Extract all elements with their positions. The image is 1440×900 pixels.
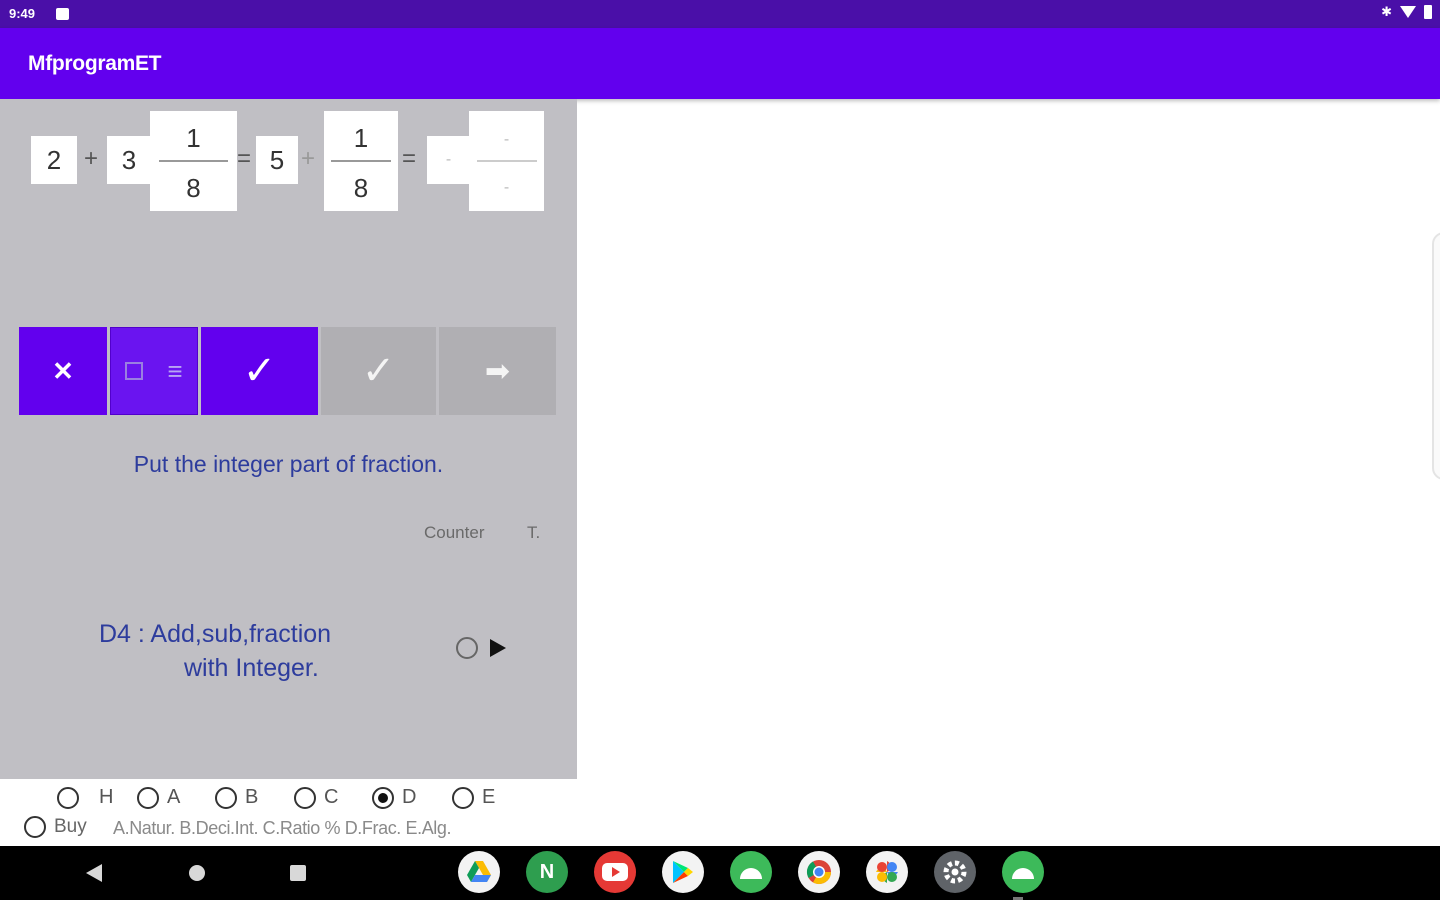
android-icon[interactable] bbox=[730, 851, 772, 893]
radio-A[interactable]: A bbox=[137, 786, 180, 809]
radio-circle bbox=[57, 786, 79, 809]
chrome-icon[interactable] bbox=[798, 851, 840, 893]
check-icon: ✓ bbox=[242, 349, 277, 393]
level-title-line-1: D4 : Add,sub,fraction bbox=[99, 620, 332, 648]
fraction-1-denominator: 8 bbox=[186, 173, 201, 203]
youtube-icon[interactable] bbox=[594, 851, 636, 893]
equals-icon: ≡ bbox=[167, 355, 183, 386]
equals-sign-1: = bbox=[237, 145, 252, 172]
n-app-icon[interactable]: N bbox=[526, 851, 568, 893]
fraction-1-bar bbox=[158, 160, 229, 162]
radio-circle bbox=[137, 786, 159, 809]
sd-card-icon bbox=[56, 8, 69, 20]
radio-label: D bbox=[402, 786, 417, 808]
radio-H[interactable]: H bbox=[57, 786, 113, 809]
check-icon: ✓ bbox=[361, 349, 396, 393]
clear-button[interactable]: ✕ bbox=[19, 327, 107, 415]
radio-E[interactable]: E bbox=[452, 786, 495, 809]
android-icon[interactable] bbox=[1002, 851, 1044, 893]
back-icon[interactable] bbox=[86, 864, 102, 882]
app-title: MfprogramET bbox=[28, 52, 162, 75]
battery-icon bbox=[1424, 5, 1432, 19]
auto-play-radio[interactable] bbox=[456, 637, 478, 659]
radio-label: C bbox=[324, 786, 339, 808]
integer-box-2: 3 bbox=[107, 136, 151, 184]
answer-fraction[interactable]: - - bbox=[469, 111, 544, 211]
navigation-bar: N bbox=[0, 846, 1440, 900]
integer-box-3: 5 bbox=[256, 136, 298, 184]
buy-radio[interactable]: Buy bbox=[24, 816, 87, 838]
plus-sign-1: + bbox=[84, 145, 99, 172]
radio-circle bbox=[294, 786, 316, 809]
app-bar: MfprogramET bbox=[0, 28, 1440, 99]
recents-icon[interactable] bbox=[290, 865, 306, 881]
close-icon: ✕ bbox=[52, 355, 74, 386]
app-root: 9:49 ✱ MfprogramET 2 + 3 1 8 = 5 + 1 8 =… bbox=[0, 0, 1440, 900]
next-button[interactable]: ➡ bbox=[439, 327, 556, 415]
category-selector: H A B C D E Buy A.Natur. B.Deci.Int. C.R… bbox=[0, 780, 577, 846]
square-icon bbox=[125, 362, 144, 380]
equals-sign-2: = bbox=[402, 145, 417, 172]
plus-sign-2: + bbox=[301, 145, 316, 172]
status-bar: 9:49 ✱ bbox=[0, 0, 1440, 28]
app-dock: N bbox=[458, 851, 1044, 893]
radio-label: H bbox=[99, 786, 114, 808]
bluetooth-icon: ✱ bbox=[1381, 4, 1392, 19]
timer-label: T. bbox=[527, 523, 541, 542]
action-button-row: ✕ ≡ ✓ ✓ ➡ bbox=[19, 327, 556, 415]
wifi-icon bbox=[1400, 6, 1416, 18]
counter-label: Counter bbox=[424, 523, 485, 542]
fraction-2: 1 8 bbox=[324, 111, 398, 211]
radio-label: A bbox=[167, 786, 181, 808]
radio-B[interactable]: B bbox=[215, 786, 258, 809]
fraction-1: 1 8 bbox=[150, 111, 237, 211]
instruction-text: Put the integer part of fraction. bbox=[133, 451, 444, 477]
buy-label: Buy bbox=[54, 816, 87, 837]
fraction-2-numerator: 1 bbox=[353, 123, 369, 153]
integer-box-1: 2 bbox=[31, 136, 77, 184]
play-store-icon[interactable] bbox=[662, 851, 704, 893]
radio-label: B bbox=[245, 786, 259, 808]
play-icon[interactable] bbox=[490, 639, 506, 657]
answer-denominator-input[interactable]: - bbox=[469, 179, 544, 197]
check-disabled-button[interactable]: ✓ bbox=[321, 327, 436, 415]
check-button[interactable]: ✓ bbox=[201, 327, 318, 415]
arrow-right-icon: ➡ bbox=[484, 354, 511, 388]
status-icons: ✱ bbox=[1381, 4, 1432, 20]
fraction-1-numerator: 1 bbox=[186, 123, 201, 153]
answer-numerator-input[interactable]: - bbox=[469, 131, 544, 149]
level-title: D4 : Add,sub,fraction with Integer. bbox=[99, 617, 419, 685]
radio-label: E bbox=[482, 786, 496, 808]
radio-circle-selected bbox=[372, 786, 394, 809]
radio-circle bbox=[452, 786, 474, 809]
exercise-panel: 2 + 3 1 8 = 5 + 1 8 = - - - ✕ ≡ ✓ ✓ ➡ Pu… bbox=[0, 99, 577, 779]
answer-integer-input[interactable]: - bbox=[427, 136, 470, 184]
fraction-2-bar bbox=[331, 160, 391, 162]
answer-fraction-bar bbox=[476, 160, 537, 162]
level-title-line-2: with Integer. bbox=[184, 654, 319, 682]
integer-toggle-button[interactable]: ≡ bbox=[110, 327, 198, 415]
status-time: 9:49 bbox=[9, 6, 36, 21]
settings-icon[interactable] bbox=[934, 851, 976, 893]
radio-C[interactable]: C bbox=[294, 786, 338, 809]
radio-circle bbox=[215, 786, 237, 809]
radio-circle bbox=[24, 816, 46, 838]
photos-icon[interactable] bbox=[866, 851, 908, 893]
home-icon[interactable] bbox=[189, 865, 205, 881]
radio-D[interactable]: D bbox=[372, 786, 416, 809]
drive-icon[interactable] bbox=[458, 851, 500, 893]
category-legend: A.Natur. B.Deci.Int. C.Ratio % D.Frac. E… bbox=[113, 818, 452, 838]
fraction-2-denominator: 8 bbox=[353, 173, 369, 203]
edge-panel-handle[interactable] bbox=[1432, 232, 1440, 480]
